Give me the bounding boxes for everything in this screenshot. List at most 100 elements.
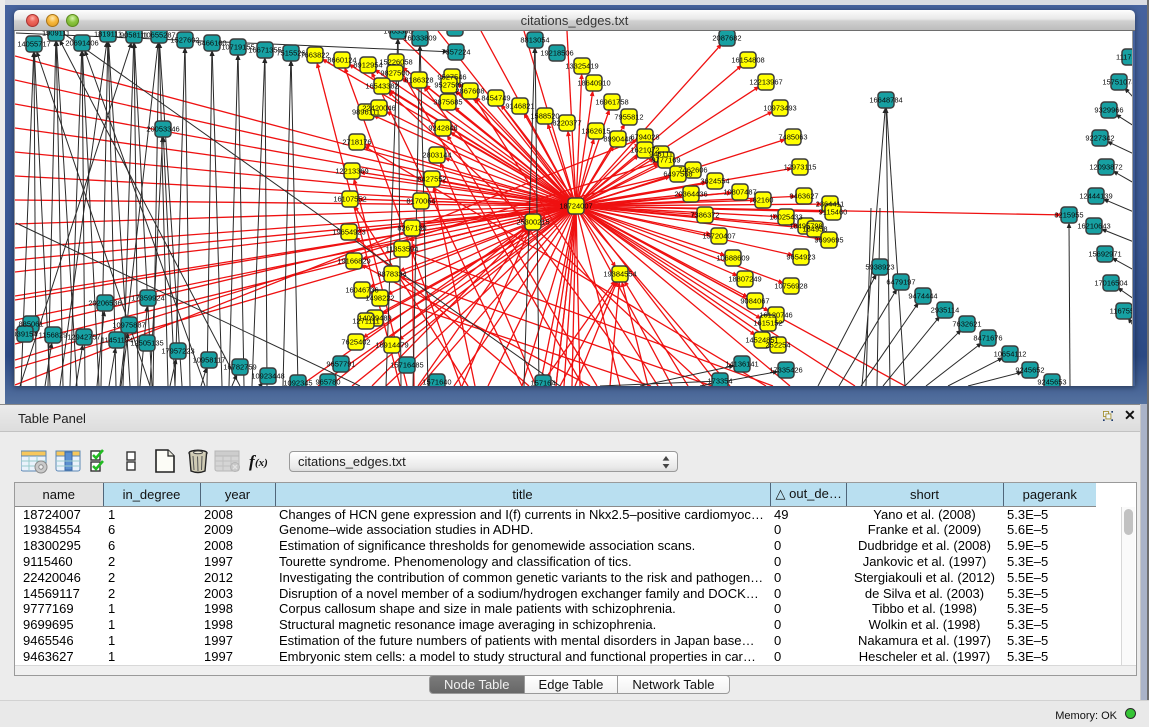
svg-text:20053346: 20053346 [146,125,179,134]
svg-text:8912954: 8912954 [353,61,382,70]
svg-text:1571640: 1571640 [422,378,451,387]
svg-text:8427552: 8427552 [417,175,446,184]
svg-text:12213369: 12213369 [335,167,368,176]
svg-text:7357224: 7357224 [441,48,470,57]
svg-text:2867608: 2867608 [455,87,484,96]
svg-text:2718176: 2718176 [342,138,371,147]
svg-text:1092345: 1092345 [283,379,312,387]
svg-text:12973115: 12973115 [784,163,817,172]
svg-text:10958117: 10958117 [193,356,226,365]
svg-text:13325419: 13325419 [565,62,598,71]
svg-text:7955812: 7955812 [614,113,643,122]
svg-text:2803144: 2803144 [422,151,451,160]
svg-text:3624554: 3624554 [700,177,729,186]
svg-text:(x): (x) [255,457,268,469]
svg-text:9245652: 9245652 [1015,366,1044,375]
svg-text:1117553: 1117553 [1116,53,1133,62]
svg-text:9084067: 9084067 [740,297,769,306]
svg-text:9115460: 9115460 [819,208,848,217]
svg-text:173354: 173354 [707,377,732,386]
svg-text:10975887: 10975887 [112,321,145,330]
svg-text:2087682: 2087682 [712,34,741,43]
svg-text:1527602: 1527602 [170,36,199,45]
svg-text:10756928: 10756928 [774,282,807,291]
svg-text:9245653: 9245653 [1037,378,1066,387]
svg-text:12505135: 12505135 [130,339,163,348]
svg-text:8990448: 8990448 [603,135,632,144]
svg-text:9654923: 9654923 [786,253,815,262]
svg-text:17335426: 17335426 [769,366,802,375]
svg-text:1909111: 1909111 [42,31,70,38]
svg-text:9146821: 9146821 [505,102,534,111]
svg-text:16033809: 16033809 [403,34,436,43]
svg-text:7386372: 7386372 [690,211,719,220]
svg-text:7485063: 7485063 [778,133,807,142]
svg-text:17957223: 17957223 [161,347,194,356]
svg-text:18807249: 18807249 [728,275,761,284]
svg-text:16543382: 16543382 [365,82,398,91]
svg-text:20364436: 20364436 [674,190,707,199]
svg-text:885061: 885061 [18,320,43,329]
svg-text:16914479: 16914479 [375,341,408,350]
svg-text:16210643: 16210643 [1077,222,1110,231]
svg-text:965780: 965780 [315,378,340,387]
svg-text:62160: 62160 [753,196,774,205]
svg-text:19654923: 19654923 [332,228,365,237]
svg-text:10654112: 10654112 [994,350,1027,359]
svg-text:22420046: 22420046 [362,104,395,113]
svg-text:10025433: 10025433 [769,213,802,222]
svg-text:1615152: 1615152 [753,319,782,328]
svg-text:8170064: 8170064 [406,197,435,206]
svg-text:9777169: 9777169 [651,156,680,165]
svg-text:19218506: 19218506 [540,49,573,58]
svg-text:18724007: 18724007 [559,202,592,211]
svg-text:9699695: 9699695 [814,236,843,245]
svg-text:1498222: 1498222 [365,294,394,303]
svg-text:252254: 252254 [765,341,790,350]
svg-text:8267130: 8267130 [397,224,426,233]
svg-text:9474444: 9474444 [908,292,937,301]
svg-text:12213967: 12213967 [749,78,782,87]
svg-text:157164: 157164 [530,379,555,387]
svg-text:17359924: 17359924 [131,294,164,303]
svg-text:8186328: 8186328 [404,76,433,85]
svg-text:10688609: 10688609 [716,254,749,263]
svg-text:1156829: 1156829 [39,331,68,340]
svg-text:16782759: 16782759 [223,363,256,372]
svg-text:10923448: 10923448 [251,372,284,381]
svg-text:19166829: 19166829 [337,257,370,266]
svg-text:19384554: 19384554 [603,270,636,279]
svg-text:3875685: 3875685 [433,98,462,107]
svg-text:17016504: 17016504 [1094,279,1127,288]
svg-text:2935114: 2935114 [931,306,960,315]
svg-text:9657791: 9657791 [326,360,355,369]
svg-text:16154808: 16154808 [731,56,764,65]
svg-text:813054: 813054 [442,31,467,33]
svg-text:16648784: 16648784 [869,96,902,105]
svg-text:9463627: 9463627 [789,192,818,201]
svg-text:20691406: 20691406 [65,39,98,48]
svg-text:8471676: 8471676 [973,334,1002,343]
svg-text:6479197: 6479197 [886,278,915,287]
svg-text:14055717: 14055717 [17,40,50,49]
svg-text:15716485: 15716485 [390,361,423,370]
svg-text:1271111: 1271111 [352,317,380,326]
svg-text:5938923: 5938923 [865,263,894,272]
svg-text:1167553: 1167553 [1110,307,1133,316]
svg-text:9242848: 9242848 [428,124,457,133]
svg-text:9329966: 9329966 [1094,106,1123,115]
svg-text:11353594: 11353594 [386,245,419,254]
svg-text:7632621: 7632621 [952,320,981,329]
svg-text:6794028: 6794028 [630,133,659,142]
svg-text:16107552: 16107552 [333,195,366,204]
svg-text:8878334: 8878334 [377,270,406,279]
svg-text:8813054: 8813054 [520,36,549,45]
svg-text:12444139: 12444139 [1079,192,1112,201]
svg-text:20206536: 20206536 [88,299,121,308]
svg-text:1819111: 1819111 [94,31,122,39]
svg-text:10973493: 10973493 [763,104,796,113]
svg-text:15226058: 15226058 [379,58,412,67]
svg-text:11451194: 11451194 [101,336,133,345]
svg-text:8220377: 8220377 [552,119,581,128]
svg-text:15751074: 15751074 [1102,78,1133,87]
